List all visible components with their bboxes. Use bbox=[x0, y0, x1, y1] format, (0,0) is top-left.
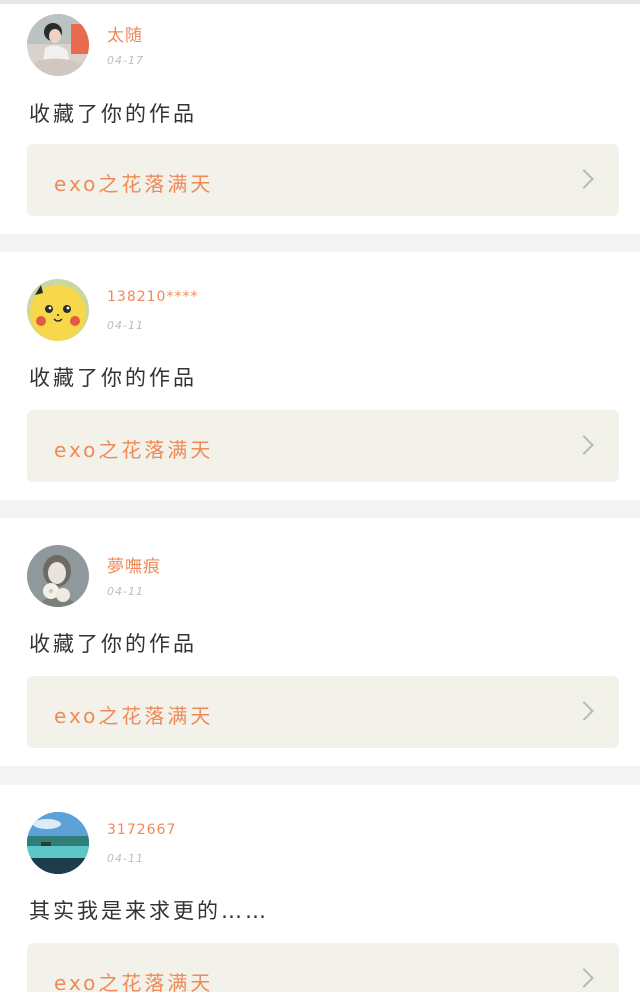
chevron-right-icon bbox=[574, 968, 594, 988]
work-title: exo之花落满天 bbox=[54, 172, 214, 196]
beach-landscape-avatar bbox=[27, 812, 89, 874]
activity-message: 收藏了你的作品 bbox=[29, 366, 197, 390]
activity-message: 收藏了你的作品 bbox=[29, 632, 197, 656]
timestamp: 04-11 bbox=[107, 585, 144, 598]
chevron-right-icon bbox=[574, 701, 594, 721]
work-link-card[interactable]: exo之花落满天 bbox=[27, 410, 619, 482]
username[interactable]: 夢嘸痕 bbox=[107, 552, 161, 577]
timestamp: 04-11 bbox=[107, 319, 144, 332]
timestamp: 04-17 bbox=[107, 54, 144, 67]
work-title: exo之花落满天 bbox=[54, 704, 214, 728]
notification-card: 138210**** 04-11 收藏了你的作品 exo之花落满天 bbox=[0, 252, 640, 500]
work-link-card[interactable]: exo之花落满天 bbox=[27, 943, 619, 992]
chevron-right-icon bbox=[574, 169, 594, 189]
avatar[interactable] bbox=[27, 279, 89, 341]
work-title: exo之花落满天 bbox=[54, 971, 214, 992]
username[interactable]: 太随 bbox=[107, 21, 143, 46]
avatar[interactable] bbox=[27, 14, 89, 76]
avatar[interactable] bbox=[27, 545, 89, 607]
girl-photo-avatar bbox=[27, 14, 89, 76]
work-title: exo之花落满天 bbox=[54, 438, 214, 462]
notification-card: 太随 04-17 收藏了你的作品 exo之花落满天 bbox=[0, 4, 640, 234]
work-link-card[interactable]: exo之花落满天 bbox=[27, 676, 619, 748]
activity-message: 收藏了你的作品 bbox=[29, 102, 197, 126]
notification-card: 3172667 04-11 其实我是来求更的…… exo之花落满天 bbox=[0, 785, 640, 992]
timestamp: 04-11 bbox=[107, 852, 144, 865]
username[interactable]: 138210**** bbox=[107, 289, 198, 305]
avatar[interactable] bbox=[27, 812, 89, 874]
flower-girl-avatar bbox=[27, 545, 89, 607]
notification-card: 夢嘸痕 04-11 收藏了你的作品 exo之花落满天 bbox=[0, 518, 640, 766]
username[interactable]: 3172667 bbox=[107, 822, 176, 838]
pikachu-avatar bbox=[27, 279, 89, 341]
notification-feed: 太随 04-17 收藏了你的作品 exo之花落满天 138210**** 04-… bbox=[0, 0, 640, 992]
work-link-card[interactable]: exo之花落满天 bbox=[27, 144, 619, 216]
comment-message: 其实我是来求更的…… bbox=[29, 899, 269, 923]
chevron-right-icon bbox=[574, 435, 594, 455]
